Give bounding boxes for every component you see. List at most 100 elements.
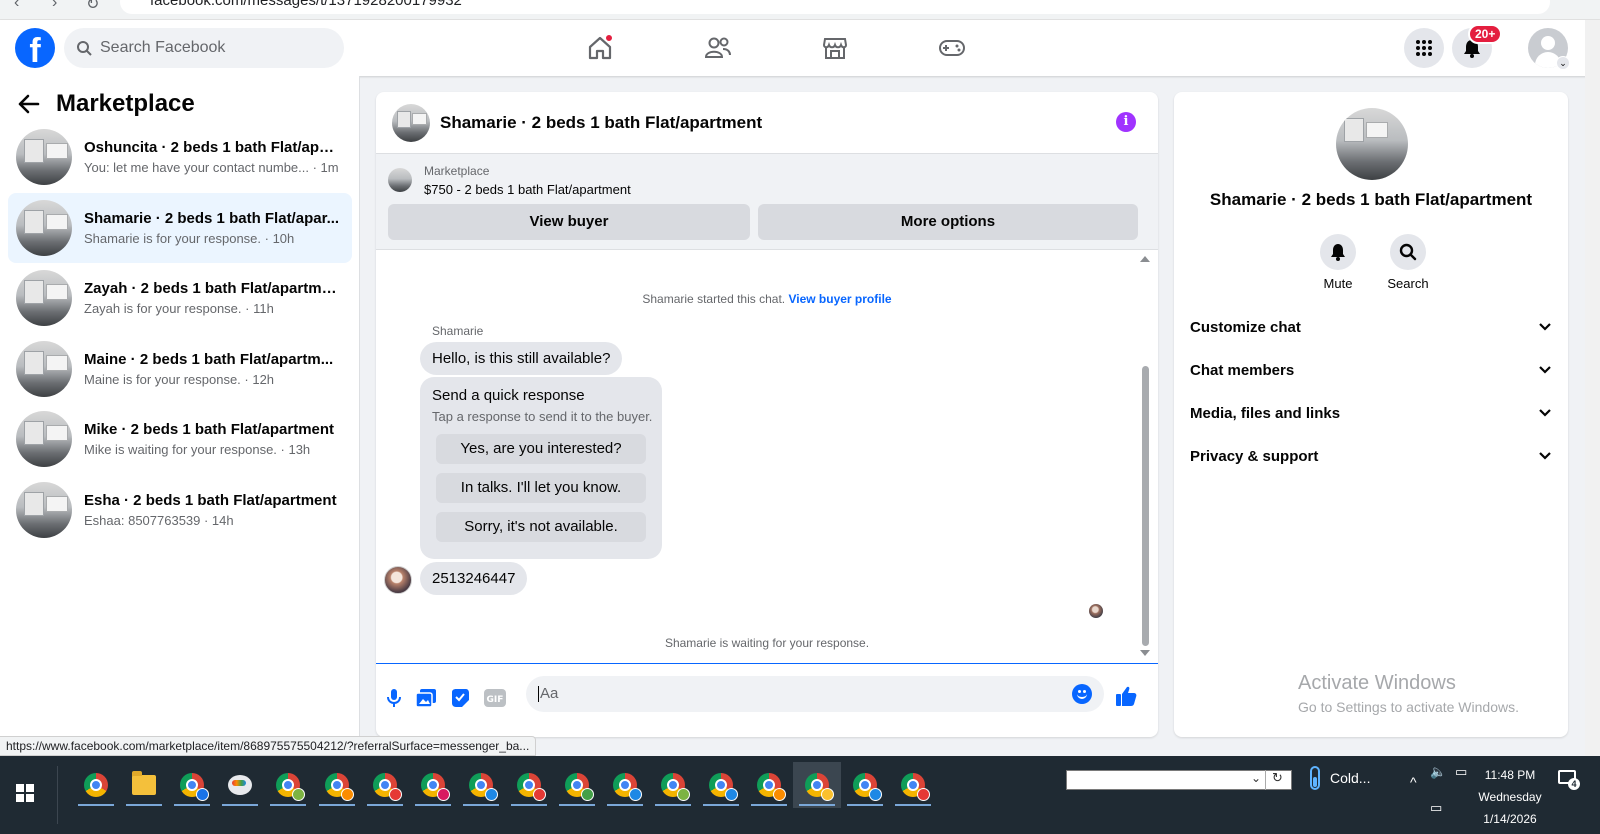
chat-started-text: Shamarie started this chat. [642,292,786,306]
menu-button[interactable] [1404,28,1444,68]
nav-home[interactable] [580,28,620,68]
section-chat-members[interactable]: Chat members [1190,352,1552,388]
info-icon[interactable]: i [1116,112,1136,132]
chevron-down-icon[interactable]: ⌄ [1556,56,1570,70]
quick-response-option[interactable]: In talks. I'll let you know. [436,473,646,503]
network-icon[interactable]: ▭ [1455,764,1467,780]
sender-avatar[interactable] [384,566,412,594]
taskbar-chrome-active[interactable] [793,762,841,808]
gif-button[interactable]: GIF [483,686,507,710]
conversation-preview: Shamarie is for your response. · 10h [84,231,295,246]
attach-photo-button[interactable] [414,686,438,710]
conversation-item-active[interactable]: Shamarie · 2 beds 1 bath Flat/apar... Sh… [8,193,352,263]
taskbar-chrome-profile[interactable] [361,762,409,808]
taskbar-paint[interactable] [216,762,264,808]
taskbar-chrome-profile[interactable] [409,762,457,808]
taskbar-active-indicator [607,804,643,806]
taskbar-chrome-profile[interactable] [889,762,937,808]
mute-button[interactable] [1320,234,1356,270]
section-privacy-support[interactable]: Privacy & support [1190,438,1552,474]
display-icon[interactable]: ▭ [1430,800,1442,816]
scroll-thumb[interactable] [1142,366,1149,646]
chat-avatar[interactable] [392,103,430,142]
taskbar-chrome-profile[interactable] [313,762,361,808]
taskbar-chrome-profile[interactable] [505,762,553,808]
chevron-up-icon[interactable]: ^ [1410,774,1417,790]
reload-icon[interactable]: ↻ [86,0,99,14]
listing-thumbnail [16,411,72,467]
address-bar[interactable]: facebook.com/messages/t/1371928200179932 [120,0,1550,14]
thermometer-icon [1310,766,1320,790]
refresh-icon[interactable]: ↻ [1265,770,1289,790]
more-options-button[interactable]: More options [758,204,1138,240]
taskbar-chrome-profile[interactable] [841,762,889,808]
sticker-button[interactable] [448,686,472,710]
search-placeholder: Search Facebook [100,39,226,56]
listing-price-title[interactable]: $750 - 2 beds 1 bath Flat/apartment [424,182,631,197]
listing-banner: Marketplace $750 - 2 beds 1 bath Flat/ap… [376,154,1158,250]
forward-icon[interactable]: › [52,0,57,12]
chevron-down-icon [1539,366,1551,374]
back-icon[interactable]: ‹ [14,0,19,12]
voice-clip-button[interactable] [382,686,406,710]
message-input[interactable]: Aa [526,676,1104,712]
taskbar-address-box[interactable]: ⌄ ↻ [1066,770,1292,790]
chat-info-panel: Shamarie · 2 beds 1 bath Flat/apartment … [1174,92,1568,737]
send-like-button[interactable] [1114,684,1138,708]
facebook-logo-icon[interactable]: f [15,28,55,68]
chat-title[interactable]: Shamarie · 2 beds 1 bath Flat/apartment [440,113,762,133]
search-in-chat-button[interactable] [1390,234,1426,270]
taskbar-chrome-profile[interactable] [553,762,601,808]
gif-icon: GIF [484,689,506,707]
taskbar-file-explorer[interactable] [120,762,168,808]
scroll-up-arrow-icon[interactable] [1140,256,1150,262]
taskbar-chrome-profile[interactable] [745,762,793,808]
listing-label: Marketplace [424,164,490,178]
search-action[interactable]: Search [1378,234,1438,291]
taskbar-active-indicator [799,804,835,806]
taskbar-chrome-profile[interactable] [601,762,649,808]
section-media-files-links[interactable]: Media, files and links [1190,395,1552,431]
quick-response-option[interactable]: Sorry, it's not available. [436,512,646,542]
weather-widget[interactable]: Cold... [1310,766,1370,790]
notifications-button[interactable]: 20+ [1452,24,1503,68]
taskbar-chrome-profile[interactable] [457,762,505,808]
taskbar-chrome-profile[interactable] [168,762,216,808]
quick-response-option[interactable]: Yes, are you interested? [436,434,646,464]
scroll-down-arrow-icon[interactable] [1140,650,1150,656]
conversation-item[interactable]: Maine · 2 beds 1 bath Flat/apartm... Mai… [8,334,352,404]
watermark-line-1: Activate Windows [1298,672,1456,694]
view-buyer-profile-link[interactable]: View buyer profile [788,292,891,306]
profile-badge [581,788,594,801]
taskbar-chrome[interactable] [72,762,120,808]
microphone-icon [387,689,401,707]
view-buyer-button[interactable]: View buyer [388,204,750,240]
taskbar-chrome-profile[interactable] [649,762,697,808]
notification-center-icon[interactable]: 4 [1558,770,1582,790]
emoji-icon[interactable] [1072,684,1092,704]
taskbar-chrome-profile[interactable] [264,762,312,808]
section-customize-chat[interactable]: Customize chat [1190,309,1552,345]
speaker-icon[interactable]: 🔈 [1430,764,1446,780]
mute-action[interactable]: Mute [1308,234,1368,291]
taskbar-chrome-profile[interactable] [697,762,745,808]
conversation-item[interactable]: Mike · 2 beds 1 bath Flat/apartment Mike… [8,404,352,474]
conversation-item[interactable]: Oshuncita · 2 beds 1 bath Flat/apar... Y… [8,122,352,192]
chat-info-name[interactable]: Shamarie · 2 beds 1 bath Flat/apartment [1174,190,1568,210]
page-scrollbar[interactable] [1585,20,1600,758]
taskbar-clock[interactable]: 11:48 PM Wednesday 1/14/2026 [1470,764,1550,830]
nav-gaming[interactable] [932,28,972,68]
chevron-down-icon[interactable]: ⌄ [1251,771,1261,785]
conversation-item[interactable]: Zayah · 2 beds 1 bath Flat/apartme... Za… [8,263,352,333]
conversation-item[interactable]: Esha · 2 beds 1 bath Flat/apartment Esha… [8,475,352,545]
windows-start-icon[interactable] [16,784,34,802]
chrome-icon [805,773,834,801]
listing-thumbnail [16,341,72,397]
search-bar[interactable]: Search Facebook [64,28,344,68]
message-scrollbar[interactable] [1140,254,1150,656]
nav-friends[interactable] [698,28,738,68]
chat-info-avatar[interactable] [1336,108,1408,180]
message-list[interactable]: Shamarie started this chat. View buyer p… [376,250,1158,664]
nav-marketplace[interactable] [815,28,855,68]
back-arrow-icon[interactable] [18,94,40,114]
